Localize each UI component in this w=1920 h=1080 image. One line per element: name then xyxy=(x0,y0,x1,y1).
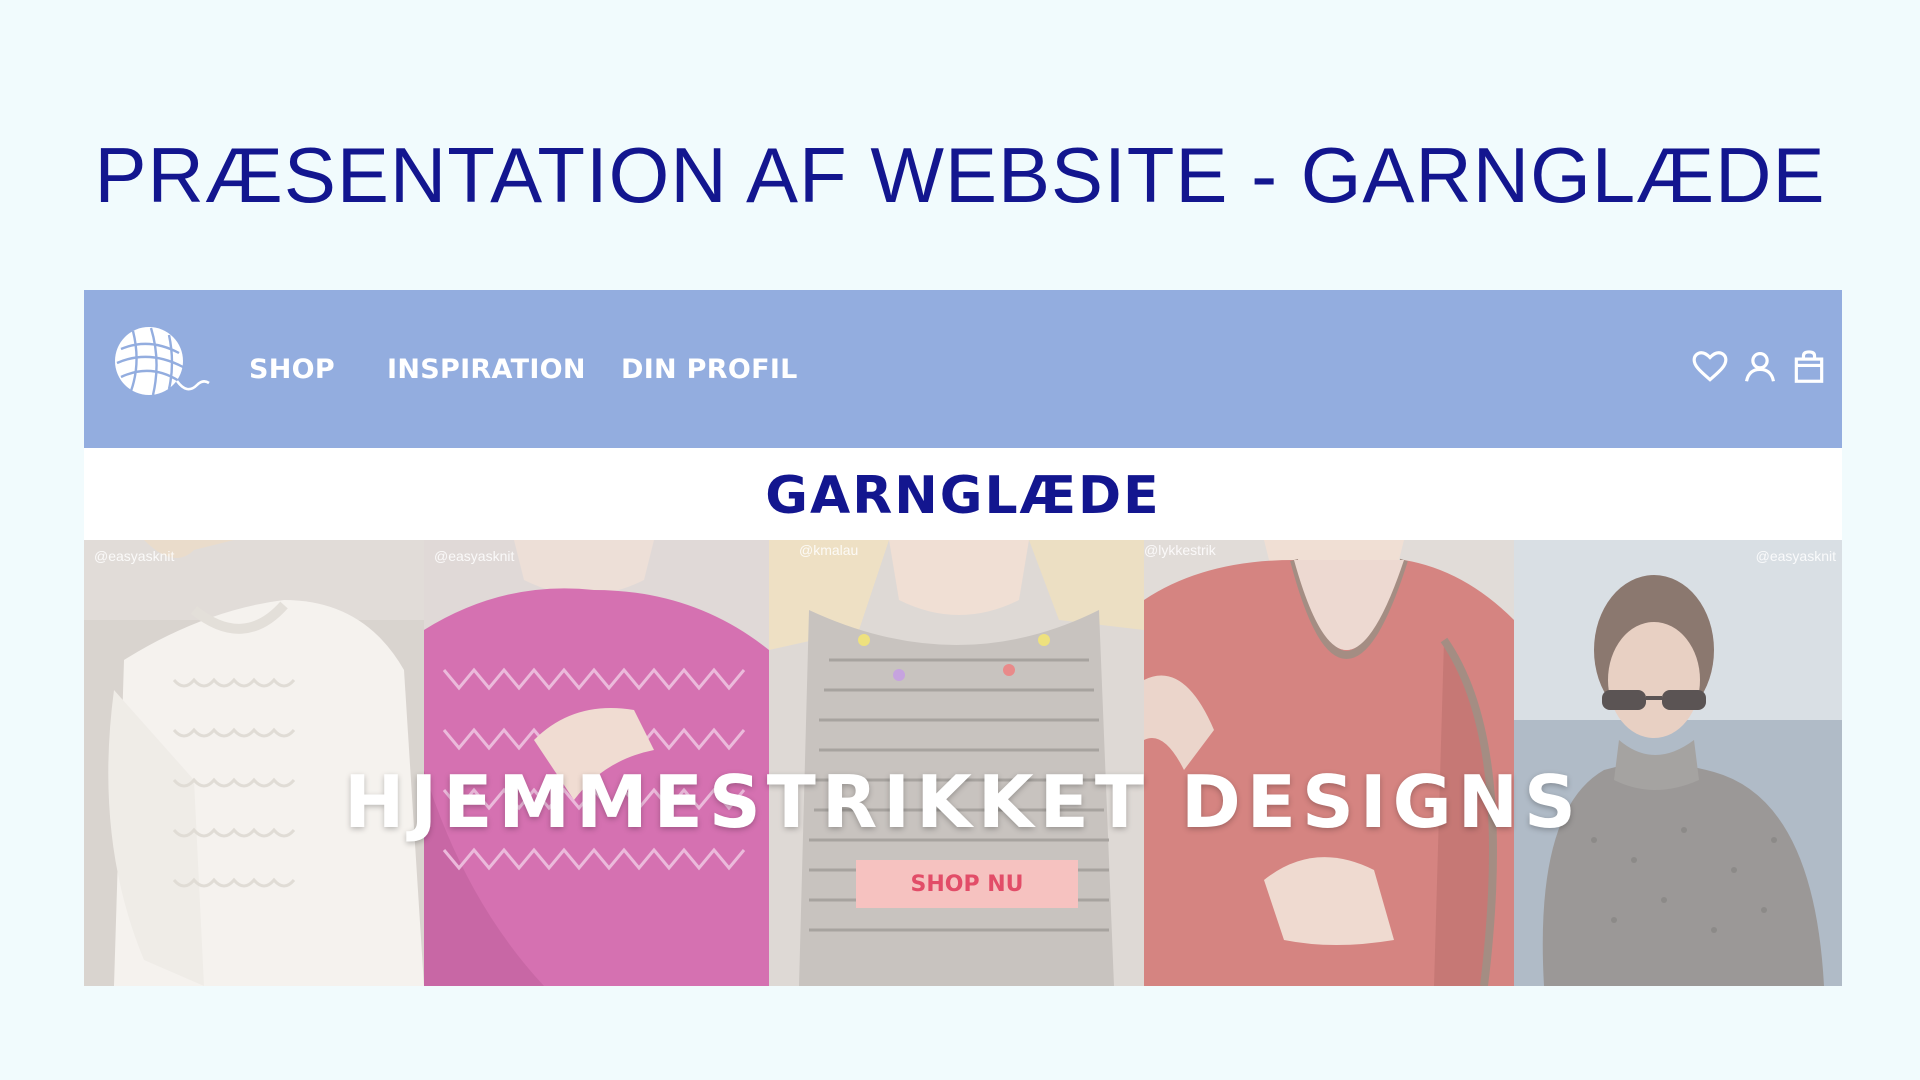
nav-link-inspiration[interactable]: INSPIRATION xyxy=(387,354,586,385)
hero-banner: @easyasknit @easyasknit @kmalau @lykkest… xyxy=(84,540,1842,986)
nav-link-shop[interactable]: SHOP xyxy=(249,354,335,385)
shopping-bag-icon[interactable] xyxy=(1790,348,1828,386)
brand-bar: GARNGLÆDE xyxy=(84,448,1842,540)
shop-now-button[interactable]: SHOP NU xyxy=(856,860,1078,908)
site-navbar: SHOP INSPIRATION DIN PROFIL xyxy=(84,290,1842,448)
slide-title: PRÆSENTATION AF WEBSITE - GARNGLÆDE xyxy=(94,131,1826,219)
website-screenshot: SHOP INSPIRATION DIN PROFIL GARNGLÆDE @e… xyxy=(84,290,1842,986)
user-icon[interactable] xyxy=(1741,348,1779,386)
site-brand-name: GARNGLÆDE xyxy=(765,466,1161,526)
nav-link-din-profil[interactable]: DIN PROFIL xyxy=(621,354,798,385)
heart-icon[interactable] xyxy=(1691,348,1729,386)
yarn-ball-logo-icon[interactable] xyxy=(111,323,211,403)
hero-headline: HJEMMESTRIKKET DESIGNS xyxy=(344,760,1582,844)
